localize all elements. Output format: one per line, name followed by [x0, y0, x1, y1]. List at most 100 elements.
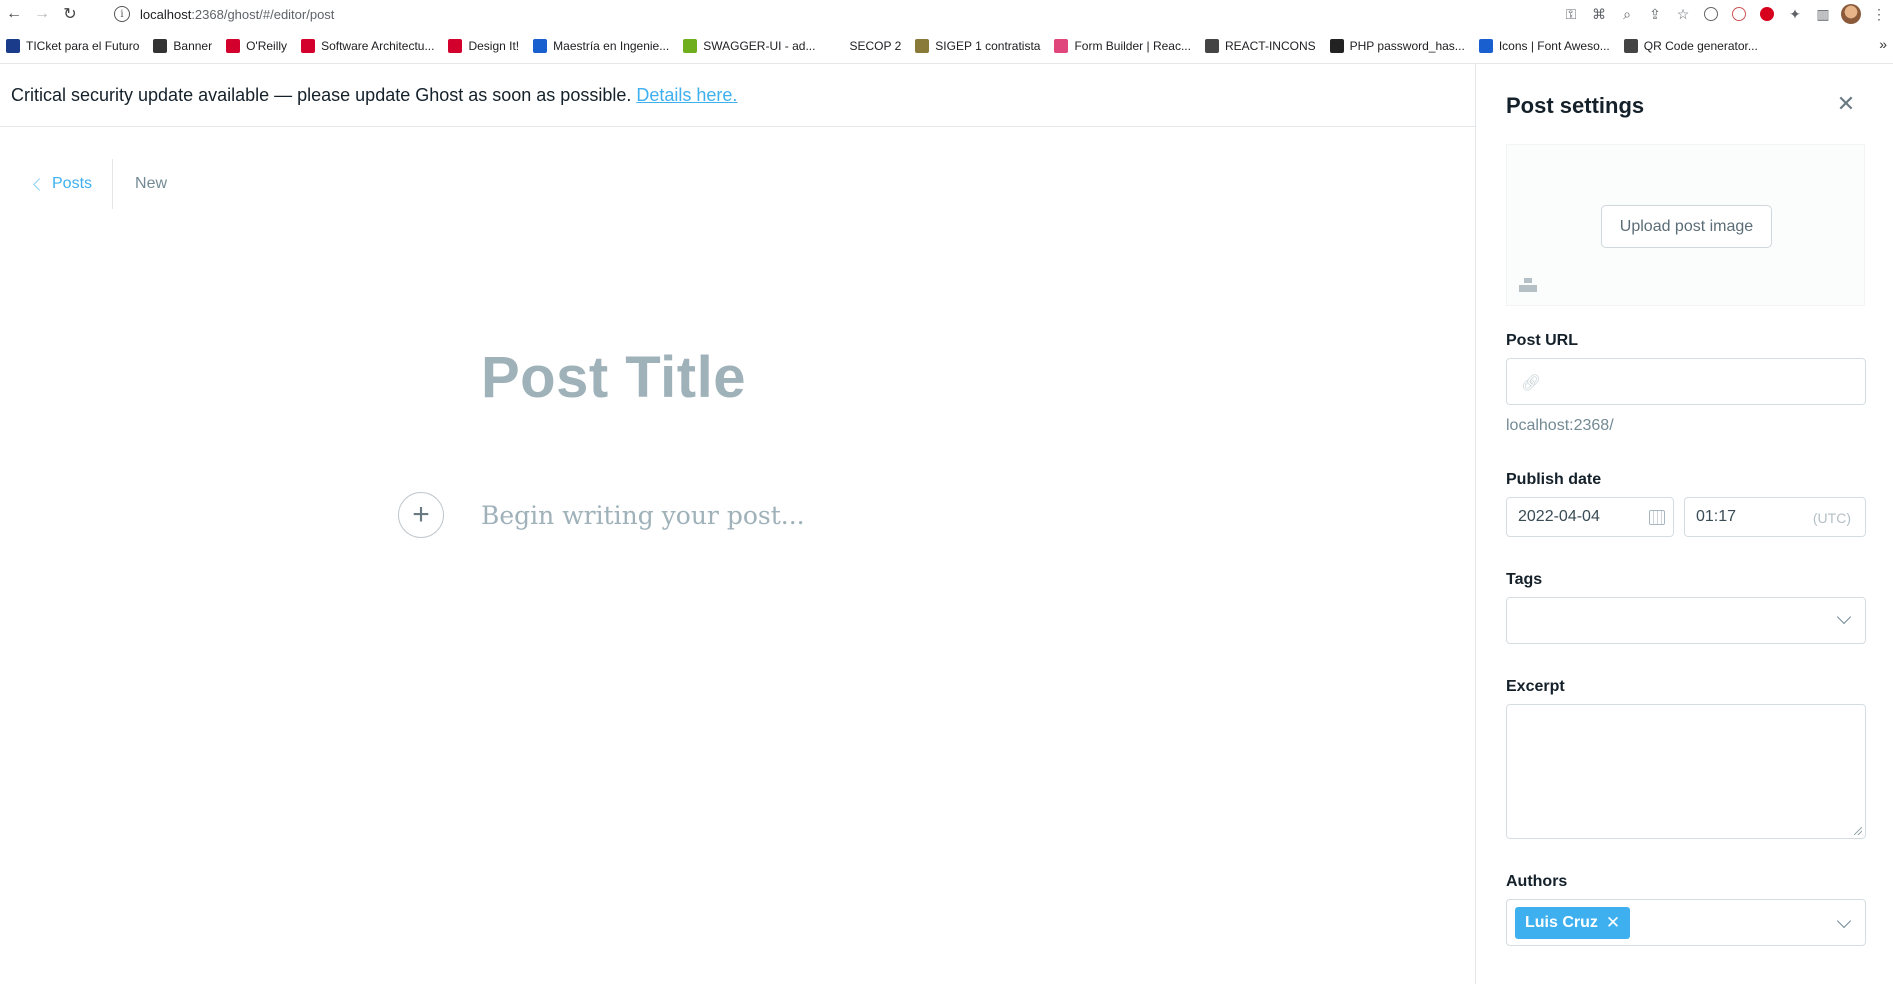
add-card-button[interactable]: + [398, 492, 444, 538]
calendar-icon[interactable] [1649, 510, 1665, 525]
bookmark-item[interactable]: REACT-INCONS [1204, 39, 1316, 53]
bookmark-label: Design It! [468, 39, 520, 53]
bookmark-item[interactable]: SIGEP 1 contratista [915, 39, 1040, 53]
bookmark-favicon-icon [533, 39, 548, 53]
bookmark-label: REACT-INCONS [1224, 39, 1316, 53]
extension-2-icon[interactable] [1725, 0, 1753, 28]
bookmark-favicon-icon [6, 39, 20, 53]
bookmark-favicon-icon [1204, 39, 1219, 53]
zoom-icon[interactable]: ⌕ [1613, 0, 1641, 28]
post-body-editor[interactable]: Begin writing your post... [481, 501, 805, 530]
publish-time-input[interactable]: 01:17 (UTC) [1684, 497, 1866, 537]
alert-message: Critical security update available — ple… [11, 84, 632, 105]
tags-select[interactable] [1506, 597, 1866, 644]
bookmark-item[interactable]: PHP password_has... [1329, 39, 1465, 53]
bookmark-favicon-icon [915, 39, 930, 53]
alert-details-link[interactable]: Details here. [636, 85, 737, 106]
publish-date-label: Publish date [1506, 471, 1602, 488]
post-title-input[interactable]: Post Title [481, 344, 746, 411]
tags-label: Tags [1506, 571, 1543, 588]
share-icon[interactable]: ⇪ [1641, 0, 1669, 28]
bookmark-item[interactable]: SECOP 2 [829, 39, 901, 53]
post-image-dropzone[interactable]: Upload post image [1506, 144, 1865, 306]
forward-arrow-icon[interactable]: → [28, 0, 56, 28]
bookmark-item[interactable]: Banner [153, 39, 212, 53]
bookmark-favicon-icon [1329, 39, 1344, 53]
translate-icon[interactable]: ⌘ [1585, 0, 1613, 28]
bookmark-label: Form Builder | Reac... [1074, 39, 1191, 53]
opera-icon[interactable] [1753, 0, 1781, 28]
back-to-posts-link[interactable]: Posts [33, 159, 114, 209]
authors-select[interactable]: Luis Cruz ✕ [1506, 899, 1866, 946]
post-status: New [135, 175, 168, 192]
browser-toolbar-icons: ⚿ ⌘ ⌕ ⇪ ☆ ✦ ▥ ⋮ [1557, 0, 1893, 28]
bookmark-item[interactable]: Maestría en Ingenie... [533, 39, 669, 53]
bookmark-label: SECOP 2 [849, 39, 902, 53]
bookmark-favicon-icon [1623, 39, 1638, 53]
plus-icon: + [412, 498, 430, 531]
timezone-label: (UTC) [1812, 510, 1851, 526]
settings-title: Post settings [1506, 93, 1645, 118]
bookmark-item[interactable]: Icons | Font Aweso... [1478, 39, 1610, 53]
bookmark-label: PHP password_has... [1349, 39, 1465, 53]
post-url-preview: localhost:2368/ [1506, 417, 1614, 434]
close-icon[interactable]: ✕ [1835, 93, 1857, 115]
bookmark-favicon-icon [829, 39, 844, 53]
bookmark-favicon-icon [1478, 39, 1493, 53]
back-label: Posts [52, 175, 93, 192]
bookmark-favicon-icon [153, 39, 168, 53]
menu-icon[interactable]: ⋮ [1865, 0, 1893, 28]
bookmark-item[interactable]: Software Architectu... [301, 39, 434, 53]
time-value: 01:17 [1696, 508, 1737, 525]
extension-icon[interactable] [1697, 0, 1725, 28]
bookmark-label: QR Code generator... [1643, 39, 1758, 53]
bookmark-item[interactable]: O'Reilly [226, 39, 287, 53]
bookmark-label: SIGEP 1 contratista [935, 39, 1041, 53]
bookmark-favicon-icon [226, 39, 241, 53]
bookmark-label: Icons | Font Aweso... [1498, 39, 1610, 53]
date-value: 2022-04-04 [1518, 508, 1600, 525]
bookmark-item[interactable]: QR Code generator... [1623, 39, 1758, 53]
side-panel-icon[interactable]: ▥ [1809, 0, 1837, 28]
resize-handle-icon[interactable] [1854, 827, 1862, 835]
back-arrow-icon[interactable]: ← [0, 0, 28, 28]
bookmark-label: Maestría en Ingenie... [553, 39, 670, 53]
avatar[interactable] [1837, 0, 1865, 28]
remove-author-icon[interactable]: ✕ [1606, 913, 1620, 933]
bookmark-item[interactable]: TICket para el Futuro [6, 39, 139, 53]
post-settings-panel: Post settings ✕ Upload post image Post U… [1475, 64, 1893, 984]
security-alert: Critical security update available — ple… [0, 64, 1475, 127]
excerpt-textarea[interactable] [1506, 704, 1866, 839]
upload-image-button[interactable]: Upload post image [1601, 205, 1772, 248]
bookmarks-overflow-button[interactable]: » [1879, 36, 1887, 52]
url-path: :2368/ghost/#/editor/post [191, 6, 335, 22]
excerpt-label: Excerpt [1506, 678, 1565, 695]
bookmark-item[interactable]: SWAGGER-UI - ad... [683, 39, 815, 53]
bookmark-favicon-icon [301, 39, 316, 53]
author-token[interactable]: Luis Cruz ✕ [1515, 907, 1631, 939]
bookmark-label: TICket para el Futuro [26, 39, 140, 53]
bookmark-label: Software Architectu... [321, 39, 435, 53]
key-icon[interactable]: ⚿ [1557, 0, 1585, 28]
publish-date-input[interactable]: 2022-04-04 [1506, 497, 1674, 537]
url-host: localhost [140, 6, 192, 22]
bookmark-item[interactable]: Form Builder | Reac... [1054, 39, 1191, 53]
editor-area: Critical security update available — ple… [0, 64, 1475, 984]
url-bar[interactable]: i localhost:2368/ghost/#/editor/post [114, 6, 334, 22]
unsplash-icon[interactable] [1519, 278, 1537, 292]
bookmark-label: O'Reilly [246, 39, 288, 53]
site-info-icon[interactable]: i [114, 6, 130, 22]
editor-breadcrumb: Posts New [33, 159, 168, 209]
bookmark-favicon-icon [448, 39, 463, 53]
post-url-input[interactable]: 🔗︎ [1506, 358, 1866, 405]
authors-label: Authors [1506, 873, 1568, 890]
star-icon[interactable]: ☆ [1669, 0, 1697, 28]
bookmark-label: Banner [173, 39, 213, 53]
bookmark-favicon-icon [683, 39, 698, 53]
bookmark-favicon-icon [1054, 39, 1069, 53]
address-bar-row: ← → ↻ i localhost:2368/ghost/#/editor/po… [0, 0, 1893, 28]
reload-icon[interactable]: ↻ [56, 0, 84, 28]
link-icon: 🔗︎ [1521, 375, 1542, 392]
puzzle-icon[interactable]: ✦ [1781, 0, 1809, 28]
bookmark-item[interactable]: Design It! [448, 39, 519, 53]
